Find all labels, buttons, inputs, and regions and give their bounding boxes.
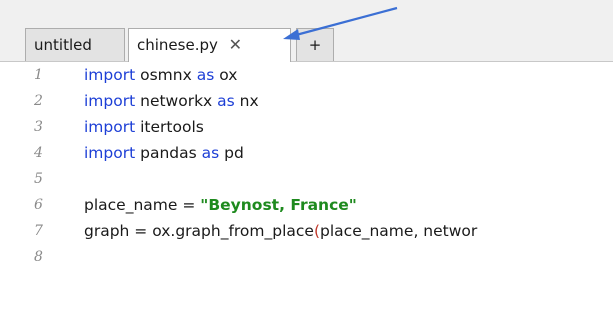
keyword: import — [84, 92, 136, 110]
line-number: 2 — [34, 93, 43, 109]
new-tab-label: + — [308, 36, 322, 54]
line-number: 6 — [34, 197, 43, 213]
line-number: 8 — [34, 249, 43, 265]
tab-untitled[interactable]: untitled — [25, 28, 125, 61]
code-token: ox — [214, 66, 238, 84]
code-token: nx — [234, 92, 259, 110]
line-number: 4 — [34, 145, 43, 161]
code-line: 6 place_name = "Beynost, France" — [0, 192, 613, 218]
code-line: 3 import itertools — [0, 114, 613, 140]
code-text: import networkx as nx — [84, 88, 259, 114]
keyword: import — [84, 118, 136, 136]
code-text: place_name = "Beynost, France" — [84, 192, 357, 218]
close-icon[interactable]: ✕ — [229, 29, 242, 61]
code-token: place_name = — [84, 196, 201, 214]
code-token: networkx — [135, 92, 218, 110]
code-line: 8 — [0, 244, 613, 270]
tab-chinese-py[interactable]: chinese.py ✕ — [128, 28, 291, 62]
code-token: pd — [219, 144, 244, 162]
keyword: as — [201, 144, 220, 162]
code-text: import itertools — [84, 114, 204, 140]
code-text: import pandas as pd — [84, 140, 244, 166]
tab-chinese-py-label: chinese.py — [137, 36, 218, 54]
code-token: graph = ox.graph_from_place — [84, 222, 314, 240]
keyword: import — [84, 144, 136, 162]
code-line: 4 import pandas as pd — [0, 140, 613, 166]
code-text: graph = ox.graph_from_place(place_name, … — [84, 218, 477, 244]
line-number: 5 — [34, 171, 43, 187]
code-token: place_name, networ — [320, 222, 478, 240]
code-token: itertools — [135, 118, 204, 136]
code-token: pandas — [135, 144, 202, 162]
code-line: 1 import osmnx as ox — [0, 62, 613, 88]
code-text: import osmnx as ox — [84, 62, 237, 88]
line-number: 7 — [34, 223, 43, 239]
keyword: as — [196, 66, 215, 84]
code-line: 7 graph = ox.graph_from_place(place_name… — [0, 218, 613, 244]
new-tab-button[interactable]: + — [296, 28, 334, 61]
line-number: 1 — [34, 67, 43, 83]
code-line: 2 import networkx as nx — [0, 88, 613, 114]
keyword: as — [217, 92, 235, 110]
string-literal: "Beynost, France" — [200, 196, 357, 214]
code-token: osmnx — [135, 66, 197, 84]
code-editor[interactable]: 1 import osmnx as ox 2 import networkx a… — [0, 62, 613, 324]
line-number: 3 — [34, 119, 43, 135]
tab-untitled-label: untitled — [34, 36, 92, 54]
keyword: import — [84, 66, 136, 84]
tab-bar: untitled chinese.py ✕ + — [0, 0, 613, 62]
code-line: 5 — [0, 166, 613, 192]
